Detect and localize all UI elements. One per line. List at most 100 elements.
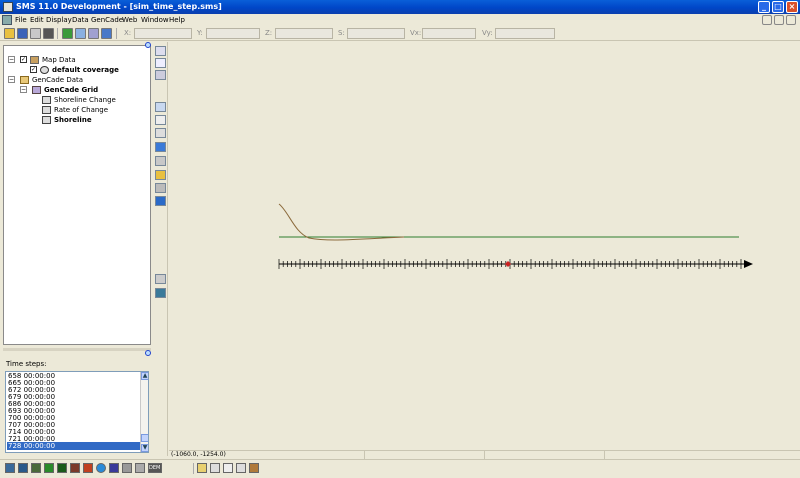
- vx-field[interactable]: [422, 28, 476, 39]
- gencade-module-icon[interactable]: [57, 463, 67, 473]
- pin-icon[interactable]: [145, 350, 151, 356]
- vx-label: Vx:: [410, 29, 422, 37]
- time-steps-label: Time steps:: [6, 360, 47, 368]
- panel-splitter[interactable]: [3, 348, 151, 351]
- quadtree-icon[interactable]: [135, 463, 145, 473]
- measure-icon[interactable]: [101, 28, 112, 39]
- mdi-restore-button[interactable]: [774, 15, 784, 25]
- project-explorer[interactable]: − ✓ Map Data ✓ default coverage − GenCad…: [3, 42, 151, 345]
- book-icon[interactable]: [249, 463, 259, 473]
- checkbox-checked[interactable]: ✓: [20, 56, 27, 63]
- pin-icon[interactable]: [145, 42, 151, 48]
- title-bar[interactable]: SMS 11.0 Development - [sim_time_step.sm…: [0, 0, 800, 14]
- particle-module-icon[interactable]: [109, 463, 119, 473]
- map-data-icon: [30, 56, 39, 64]
- save-icon[interactable]: [17, 28, 28, 39]
- grid-module-icon[interactable]: [18, 463, 28, 473]
- menu-web[interactable]: Web: [122, 14, 137, 26]
- scroll-down-icon[interactable]: ▼: [141, 444, 148, 452]
- jetty-icon[interactable]: [155, 170, 166, 180]
- mesh-module-icon[interactable]: [5, 463, 15, 473]
- create-cell-icon[interactable]: [155, 102, 166, 112]
- globe-icon[interactable]: [96, 463, 106, 473]
- pan-icon[interactable]: [155, 70, 166, 80]
- rotate-icon[interactable]: [88, 28, 99, 39]
- mdi-minimize-button[interactable]: [762, 15, 772, 25]
- select-icon[interactable]: [155, 46, 166, 56]
- main-toolbar: X: Y: Z: S: Vx: Vy:: [0, 26, 800, 41]
- maximize-button[interactable]: □: [772, 1, 784, 13]
- toolbar-separator: [193, 463, 194, 474]
- node-icon[interactable]: [155, 115, 166, 125]
- x-field[interactable]: [134, 28, 192, 39]
- menu-edit[interactable]: Edit: [30, 14, 44, 26]
- dem-module-icon[interactable]: DEM: [148, 463, 162, 473]
- grid-arrow-icon: [744, 260, 753, 268]
- display-icon[interactable]: [155, 288, 166, 298]
- tree-item-label: Rate of Change: [54, 106, 109, 114]
- menu-display[interactable]: Display: [46, 14, 72, 26]
- scroll-thumb[interactable]: [141, 434, 148, 442]
- tree-item-label: Map Data: [42, 56, 76, 64]
- app-icon[interactable]: [3, 2, 13, 12]
- scroll-up-icon[interactable]: ▲: [141, 372, 148, 380]
- minimize-button[interactable]: _: [758, 1, 770, 13]
- dataset-icon: [42, 106, 51, 114]
- copy-icon[interactable]: [236, 463, 246, 473]
- hand-icon[interactable]: [197, 463, 207, 473]
- breakwater-icon[interactable]: [155, 156, 166, 166]
- dataset-icon: [42, 116, 51, 124]
- open-icon[interactable]: [4, 28, 15, 39]
- map-module-icon[interactable]: [70, 463, 80, 473]
- graphics-canvas[interactable]: [169, 42, 800, 449]
- status-bar: (-1060.0, -1254.0): [169, 450, 800, 459]
- menu-data[interactable]: Data: [72, 14, 89, 26]
- checkbox-checked[interactable]: ✓: [30, 66, 37, 73]
- y-label: Y:: [197, 29, 203, 37]
- current-shoreline: [278, 203, 405, 241]
- module-toolbar: DEM: [0, 459, 800, 478]
- scatter-module-icon[interactable]: [31, 463, 41, 473]
- grid-icon: [32, 86, 41, 94]
- curve-icon[interactable]: [122, 463, 132, 473]
- delete-icon[interactable]: [43, 28, 54, 39]
- y-field[interactable]: [206, 28, 260, 39]
- refresh-icon[interactable]: [62, 28, 73, 39]
- print-icon[interactable]: [30, 28, 41, 39]
- grid-icon[interactable]: [155, 196, 166, 206]
- window-title: SMS 11.0 Development - [sim_time_step.sm…: [16, 2, 222, 11]
- menu-gencade[interactable]: GenCade: [91, 14, 123, 26]
- z-field[interactable]: [275, 28, 333, 39]
- table-icon[interactable]: [155, 274, 166, 284]
- transect-icon[interactable]: [155, 128, 166, 138]
- gis-module-icon[interactable]: [83, 463, 93, 473]
- time-steps-list[interactable]: 658 00:00:00 665 00:00:00 672 00:00:00 6…: [5, 371, 149, 453]
- list-item-selected[interactable]: 728 00:00:00: [7, 442, 141, 450]
- mouse-icon[interactable]: [210, 463, 220, 473]
- tree-item-label: GenCade Data: [32, 76, 84, 84]
- vy-field[interactable]: [495, 28, 555, 39]
- edit-icon[interactable]: [223, 463, 233, 473]
- frame-icon[interactable]: [75, 28, 86, 39]
- tree-item-label: default coverage: [52, 66, 119, 74]
- s-field[interactable]: [347, 28, 405, 39]
- collapse-icon[interactable]: −: [20, 86, 27, 93]
- toolbar-separator: [57, 28, 58, 39]
- structure-icon[interactable]: [155, 142, 166, 152]
- close-button[interactable]: ×: [786, 1, 798, 13]
- shore-icon[interactable]: [155, 183, 166, 193]
- menu-help[interactable]: Help: [169, 14, 185, 26]
- zoom-icon[interactable]: [155, 58, 166, 68]
- menu-file[interactable]: File: [15, 14, 27, 26]
- cartesian-grid-icon[interactable]: [44, 463, 54, 473]
- menu-bar: File Edit Display Data GenCade Web Windo…: [0, 14, 800, 26]
- time-steps-scrollbar[interactable]: ▲ ▼: [140, 372, 148, 452]
- dataset-icon: [42, 96, 51, 104]
- menu-window[interactable]: Window: [141, 14, 169, 26]
- document-icon[interactable]: [2, 15, 12, 25]
- status-cell: [484, 451, 604, 459]
- collapse-icon[interactable]: −: [8, 56, 15, 63]
- collapse-icon[interactable]: −: [8, 76, 15, 83]
- graphics-window[interactable]: [169, 42, 800, 449]
- mdi-close-button[interactable]: [786, 15, 796, 25]
